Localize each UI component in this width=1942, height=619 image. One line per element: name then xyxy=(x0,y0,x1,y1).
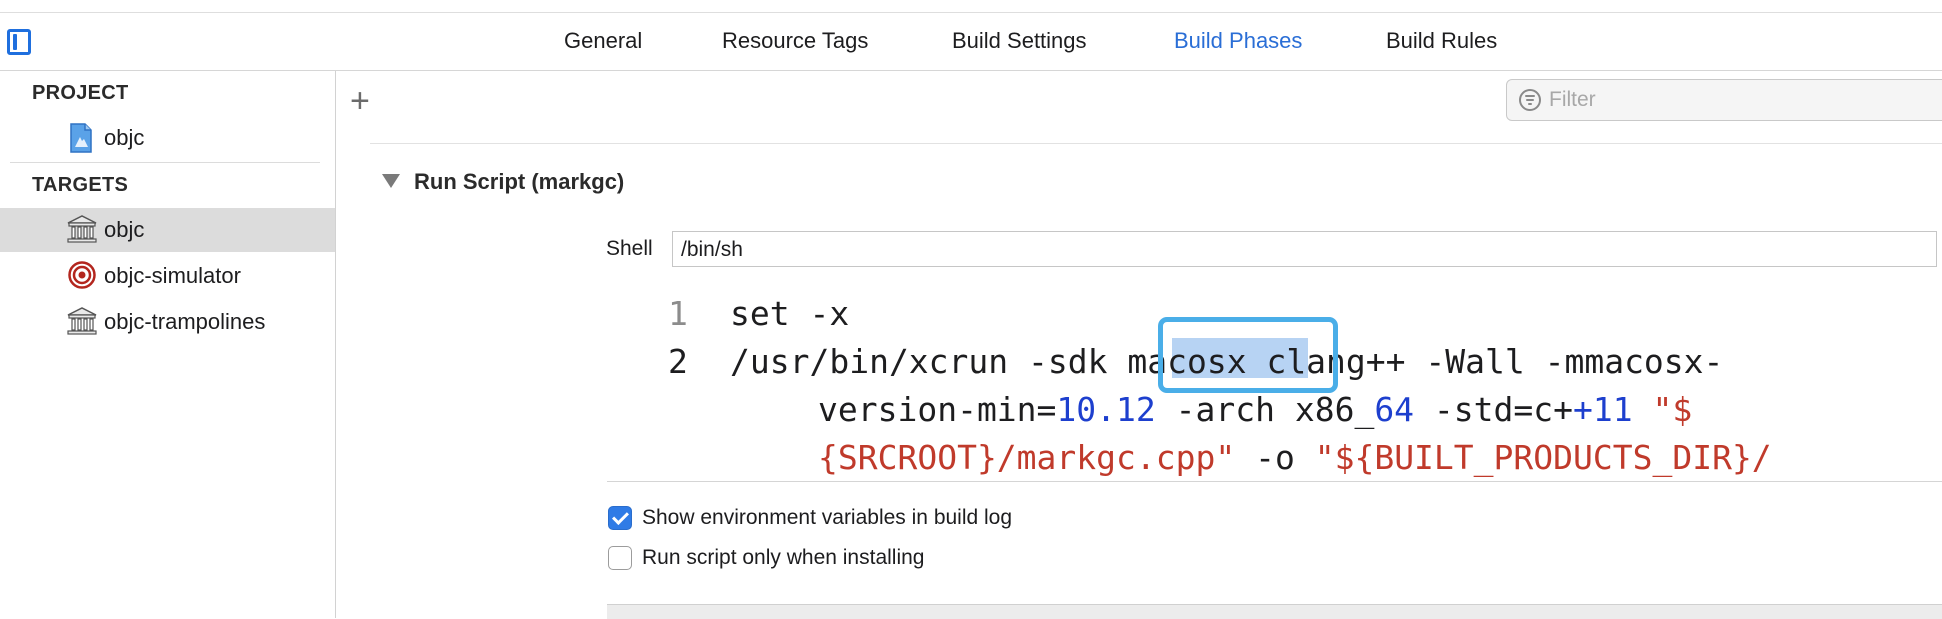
target-icon xyxy=(68,261,96,289)
code-line-1[interactable]: set -x xyxy=(730,290,849,338)
sidebar-item-label: objc xyxy=(104,125,145,150)
phase-title[interactable]: Run Script (markgc) xyxy=(414,169,624,195)
code-string: {SRCROOT}/markgc.cpp" xyxy=(818,438,1236,477)
add-build-phase-button[interactable]: + xyxy=(350,84,370,118)
line-number: 1 xyxy=(668,294,688,333)
show-env-vars-checkbox[interactable] xyxy=(608,506,632,530)
code-text: -arch x86_ xyxy=(1155,390,1375,429)
code-number: +11 xyxy=(1573,390,1633,429)
sidebar-item-target-objc-simulator[interactable]: objc-simulator xyxy=(0,254,335,298)
sidebar-item-project-objc[interactable]: objc xyxy=(0,116,335,160)
code-text: -o xyxy=(1235,438,1315,477)
shell-label: Shell xyxy=(606,237,653,260)
next-phase-header xyxy=(607,604,1942,619)
filter-input[interactable] xyxy=(1549,86,1929,114)
code-number: 10.12 xyxy=(1056,390,1156,429)
toolbar-divider xyxy=(370,143,1942,144)
framework-icon xyxy=(67,215,97,243)
tab-build-phases[interactable]: Build Phases xyxy=(1174,28,1302,54)
code-string: "${BUILT_PRODUCTS_DIR}/ xyxy=(1314,438,1772,477)
sidebar-item-label: objc-simulator xyxy=(104,263,241,288)
run-only-installing-label[interactable]: Run script only when installing xyxy=(642,546,924,570)
sidebar-toggle-icon[interactable] xyxy=(7,29,31,55)
code-number: 64 xyxy=(1374,390,1415,429)
sidebar-item-label: objc-trampolines xyxy=(104,309,266,334)
sidebar-item-target-objc-trampolines[interactable]: objc-trampolines xyxy=(0,300,335,344)
sidebar-divider xyxy=(10,162,320,163)
code-line-2-wrap-1[interactable]: version-min=10.12 -arch x86_64 -std=c++1… xyxy=(818,386,1692,434)
disclosure-triangle-icon[interactable] xyxy=(382,174,400,188)
code-line-2-wrap-2[interactable]: {SRCROOT}/markgc.cpp" -o "${BUILT_PRODUC… xyxy=(818,434,1772,482)
shell-value: /bin/sh xyxy=(681,238,743,261)
project-section-header: PROJECT xyxy=(32,82,129,104)
sidebar-item-label: objc xyxy=(104,217,145,242)
code-text: set -x xyxy=(730,294,850,333)
editor-divider xyxy=(607,481,1942,482)
run-only-installing-checkbox[interactable] xyxy=(608,546,632,570)
shell-input[interactable]: /bin/sh xyxy=(672,231,1937,267)
code-text: -std=c+ xyxy=(1414,390,1574,429)
tab-resource-tags[interactable]: Resource Tags xyxy=(722,28,868,54)
tab-general[interactable]: General xyxy=(564,28,642,54)
tab-build-rules[interactable]: Build Rules xyxy=(1386,28,1497,54)
tab-build-settings[interactable]: Build Settings xyxy=(952,28,1087,54)
project-file-icon xyxy=(70,123,92,153)
filter-icon xyxy=(1519,89,1541,111)
framework-icon xyxy=(67,307,97,335)
show-env-vars-label[interactable]: Show environment variables in build log xyxy=(642,506,1012,530)
highlight-ring xyxy=(1158,317,1338,393)
targets-section-header: TARGETS xyxy=(32,174,129,196)
sidebar-item-target-objc[interactable]: objc xyxy=(0,208,335,252)
line-number: 2 xyxy=(668,342,688,381)
code-string: "$ xyxy=(1632,390,1693,429)
code-text: /usr/bin/xcrun -sdk xyxy=(730,342,1128,381)
code-text: version-min= xyxy=(818,390,1057,429)
filter-field[interactable] xyxy=(1506,79,1942,121)
